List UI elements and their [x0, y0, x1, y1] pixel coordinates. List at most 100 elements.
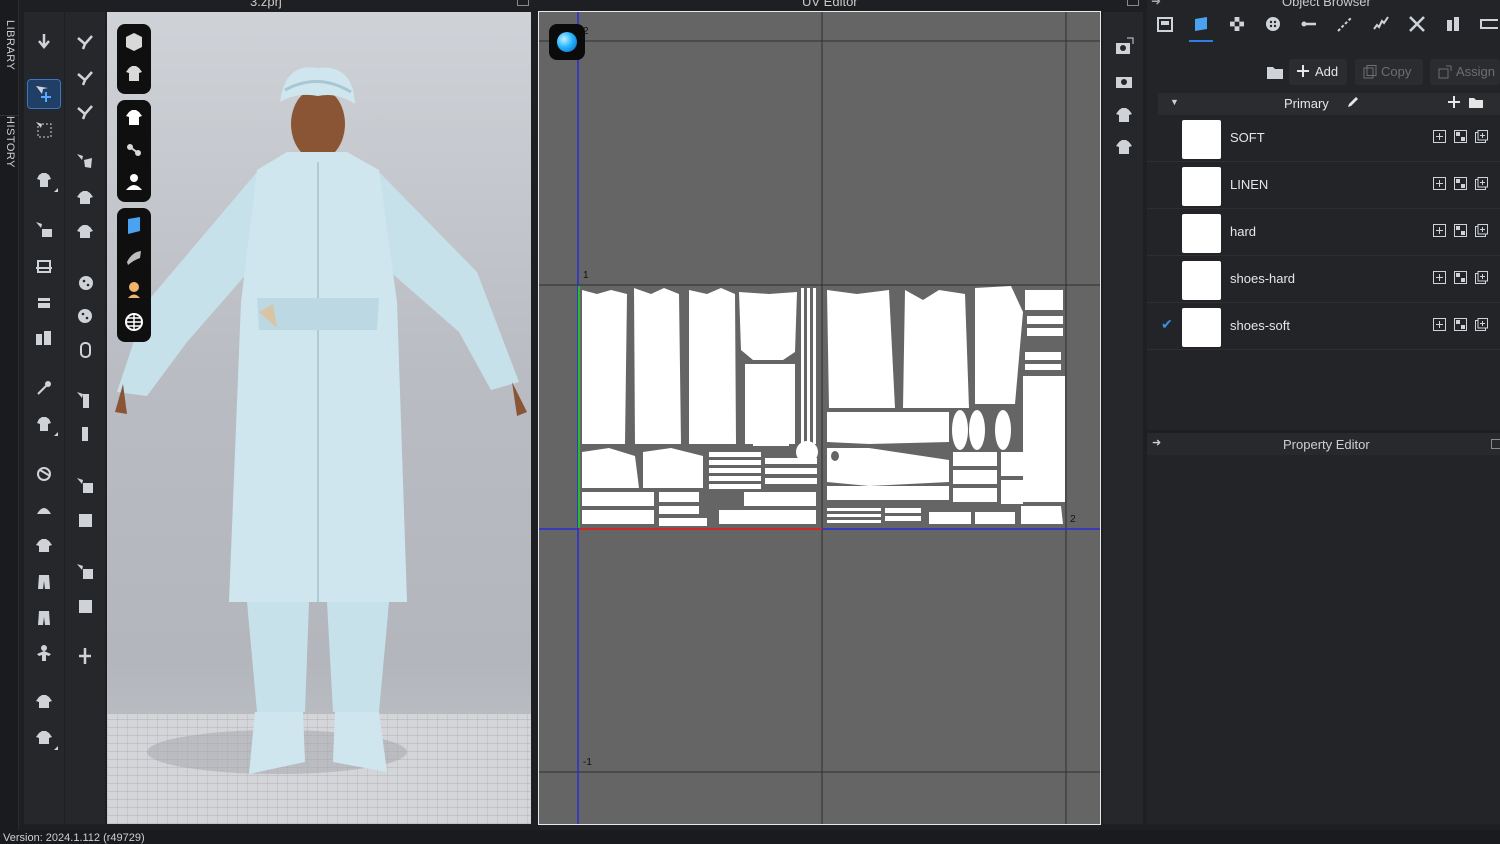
property-popout-icon[interactable]	[1491, 439, 1500, 449]
duplicate-material-icon[interactable]	[1475, 177, 1489, 191]
tack-tool-icon[interactable]	[28, 410, 60, 438]
material-pattern-icon[interactable]	[1454, 271, 1468, 285]
material-swatch[interactable]	[1182, 308, 1221, 347]
avatar-pose-icon[interactable]	[28, 640, 60, 668]
topstitch-tab-icon[interactable]	[1331, 10, 1359, 38]
puckering-tab-icon[interactable]	[1367, 10, 1395, 38]
show-avatar-icon[interactable]	[122, 170, 146, 194]
texture-view-icon[interactable]	[122, 214, 146, 238]
apply-material-icon[interactable]	[1433, 177, 1447, 191]
apply-material-icon[interactable]	[1433, 318, 1447, 332]
uv-arrange-icon[interactable]	[1107, 100, 1139, 128]
tape-tool-icon[interactable]	[69, 472, 101, 500]
piping-tool-icon[interactable]	[69, 506, 101, 534]
transform-pattern-icon[interactable]	[28, 252, 60, 280]
render-sphere-button[interactable]	[549, 24, 585, 60]
button-tool-icon[interactable]	[69, 268, 101, 296]
show-garment-icon[interactable]	[122, 106, 146, 130]
skin-view-icon[interactable]	[122, 278, 146, 302]
fabric-tab-icon[interactable]	[1187, 10, 1215, 42]
trim-select-icon[interactable]	[69, 592, 101, 620]
buttonhole-icon[interactable]	[69, 336, 101, 364]
collapse-triangle-icon[interactable]: ▼	[1170, 97, 1179, 107]
assign-button[interactable]: Assign	[1430, 59, 1500, 85]
show-trims-icon[interactable]	[122, 138, 146, 162]
collapse-arrow-icon[interactable]: ➜	[1151, 0, 1161, 8]
material-pattern-icon[interactable]	[1454, 318, 1468, 332]
buttonhole-tab-icon[interactable]	[1295, 10, 1323, 38]
material-pattern-icon[interactable]	[1454, 224, 1468, 238]
measure-tab-icon[interactable]	[1475, 10, 1500, 38]
uv-pack-icon[interactable]	[1107, 132, 1139, 160]
fold-arrange-icon[interactable]	[28, 288, 60, 316]
duplicate-material-icon[interactable]	[1475, 130, 1489, 144]
duplicate-material-icon[interactable]	[1475, 318, 1489, 332]
material-swatch[interactable]	[1182, 214, 1221, 253]
garment-select-icon[interactable]	[28, 166, 60, 194]
library-tab[interactable]: LIBRARY	[0, 20, 18, 90]
uv-popout-icon[interactable]	[1127, 0, 1139, 6]
transform-tool-icon[interactable]	[27, 79, 61, 109]
pin-tool-icon[interactable]	[28, 374, 60, 402]
texture-shirt-icon[interactable]	[69, 184, 101, 212]
edit-pattern-icon[interactable]	[28, 216, 60, 244]
add-colorway-icon[interactable]	[1448, 96, 1460, 111]
brush-select-icon[interactable]	[28, 460, 60, 488]
material-row[interactable]: SOFT	[1147, 115, 1500, 162]
expand-arrow-icon[interactable]: ➜	[1152, 436, 1161, 449]
measure-tool-icon[interactable]	[69, 642, 101, 670]
3d-viewport[interactable]	[107, 12, 531, 824]
zipper-tab-icon[interactable]	[1403, 10, 1431, 38]
shaded-view-icon[interactable]	[122, 246, 146, 270]
viewport-popout-icon[interactable]	[517, 0, 529, 6]
trim-tool-icon[interactable]	[69, 558, 101, 586]
button-tab-icon[interactable]	[1259, 10, 1287, 38]
segment-sewing-icon[interactable]	[69, 64, 101, 92]
uv-snapshot-icon[interactable]	[1107, 32, 1139, 60]
pants-tool-icon[interactable]	[28, 568, 60, 596]
edit-pencil-icon[interactable]	[1346, 95, 1360, 112]
apply-material-icon[interactable]	[1433, 271, 1447, 285]
duplicate-material-icon[interactable]	[1475, 224, 1489, 238]
copy-button[interactable]: Copy	[1355, 59, 1423, 85]
history-tab[interactable]: HISTORY	[0, 115, 18, 186]
environment-view-icon[interactable]	[122, 310, 146, 334]
material-swatch[interactable]	[1182, 167, 1221, 206]
move-down-icon[interactable]	[28, 28, 60, 56]
material-swatch[interactable]	[1182, 261, 1221, 300]
apply-material-icon[interactable]	[1433, 130, 1447, 144]
zipper-edit-icon[interactable]	[69, 420, 101, 448]
duplicate-material-icon[interactable]	[1475, 271, 1489, 285]
material-row[interactable]: hard	[1147, 209, 1500, 256]
garment-fit-icon[interactable]	[28, 496, 60, 524]
add-button[interactable]: Add	[1289, 59, 1347, 85]
pattern-grid-icon[interactable]	[69, 218, 101, 246]
pants-fold-icon[interactable]	[28, 604, 60, 632]
material-pattern-icon[interactable]	[1454, 177, 1468, 191]
avatar-measure-icon[interactable]	[28, 324, 60, 352]
sewing-tool-icon[interactable]	[69, 28, 101, 56]
jacket-tool-icon[interactable]	[28, 688, 60, 716]
material-swatch[interactable]	[1182, 120, 1221, 159]
shirt-fold-icon[interactable]	[28, 724, 60, 752]
scene-icon[interactable]	[1151, 10, 1179, 38]
stitch-tool-icon[interactable]	[69, 148, 101, 176]
material-pattern-icon[interactable]	[1454, 130, 1468, 144]
material-row[interactable]: LINEN	[1147, 162, 1500, 209]
garment-display-icon[interactable]	[122, 62, 146, 86]
material-row[interactable]: shoes-hard	[1147, 256, 1500, 303]
trim-tab-icon[interactable]	[1439, 10, 1467, 38]
apply-material-icon[interactable]	[1433, 224, 1447, 238]
colorway-folder-icon[interactable]	[1468, 96, 1484, 112]
uv-camera-icon[interactable]	[1107, 66, 1139, 94]
zipper-tool-icon[interactable]	[69, 386, 101, 414]
shirt-tool-icon[interactable]	[28, 532, 60, 560]
select-box-icon[interactable]	[28, 116, 60, 144]
material-row[interactable]: ✔ shoes-soft	[1147, 303, 1500, 350]
button-select-icon[interactable]	[69, 302, 101, 330]
add-folder-icon[interactable]	[1266, 64, 1284, 85]
cube-display-icon[interactable]	[122, 30, 146, 54]
free-sewing-icon[interactable]	[69, 98, 101, 126]
graphic-tab-icon[interactable]	[1223, 10, 1251, 38]
uv-editor-canvas[interactable]: 2 1 -1 2	[538, 11, 1101, 825]
